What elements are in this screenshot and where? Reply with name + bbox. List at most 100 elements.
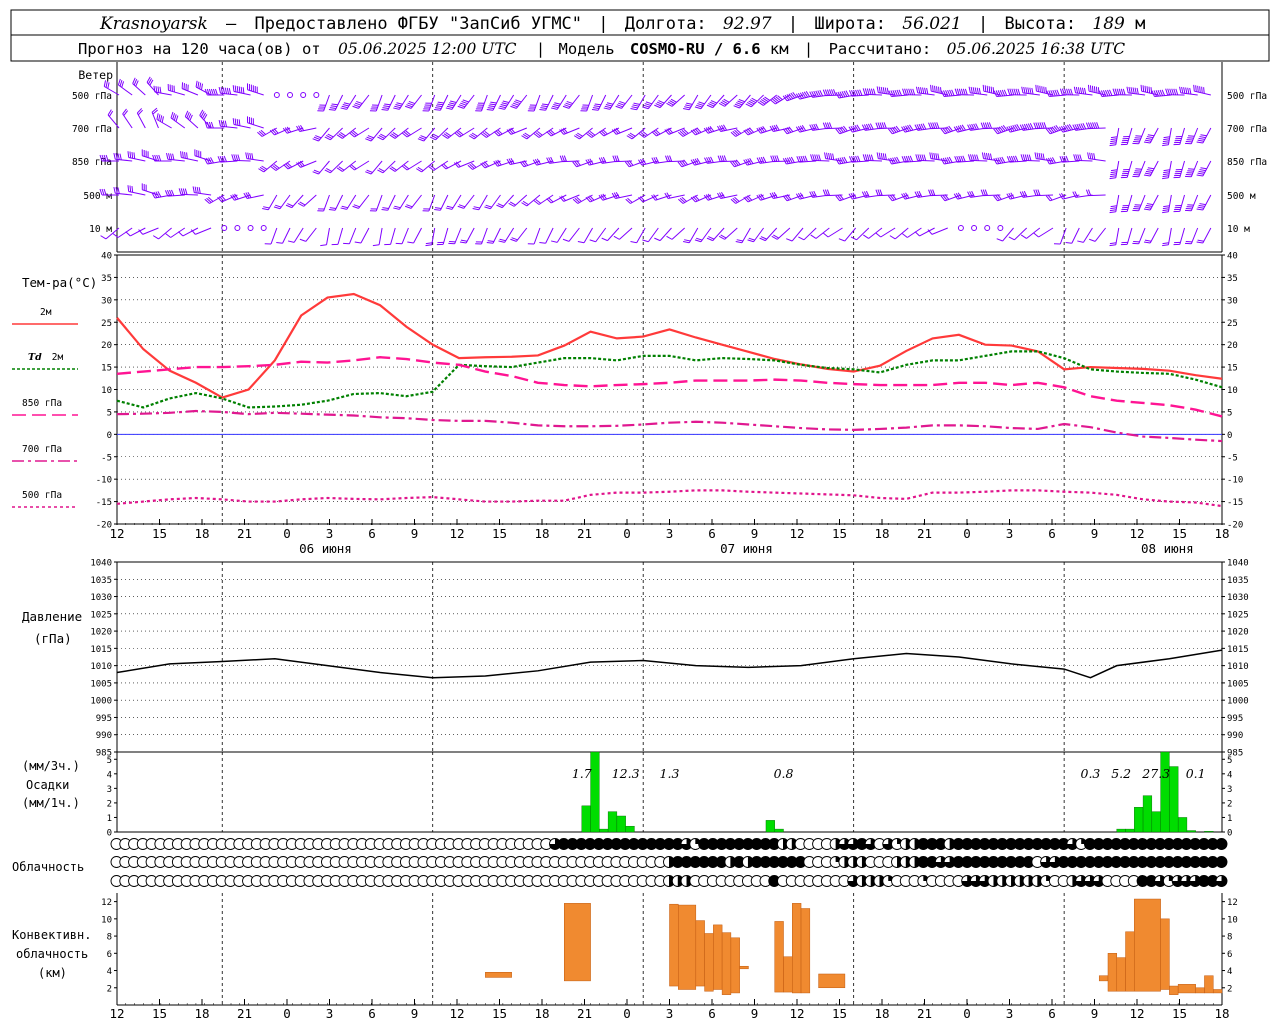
wind-barb-feather — [240, 86, 243, 94]
wind-barb-feather — [459, 241, 467, 244]
wind-barb-feather — [161, 116, 164, 123]
time-tick-label: 0 — [623, 1006, 631, 1021]
wind-barb — [410, 194, 422, 209]
wind-barb-feather — [329, 107, 337, 109]
temp-tick-label-right: 10 — [1227, 386, 1238, 396]
time-tick-label: 18 — [194, 1006, 209, 1021]
wind-barb — [463, 94, 475, 109]
pressure-tick-label-right: 1040 — [1227, 559, 1249, 569]
wind-barb-feather — [1146, 203, 1154, 206]
wind-barb-feather — [686, 102, 693, 105]
wind-barb — [465, 227, 475, 244]
wind-barb-feather — [1134, 87, 1137, 95]
precip-bar — [1177, 817, 1188, 833]
wind-barb-feather — [1197, 172, 1204, 175]
wind-barb-feather — [906, 88, 909, 95]
wind-barb-feather — [812, 154, 815, 161]
wind-barb-feather — [251, 153, 254, 160]
wind-barb-feather — [515, 99, 522, 103]
wind-barb-feather — [1146, 136, 1154, 139]
wind-barb-feather — [354, 102, 362, 106]
wind-barb-feather — [287, 240, 295, 243]
conv-tick-label-left: 2 — [107, 984, 112, 994]
wind-barb-feather — [501, 102, 508, 105]
wind-barb-feather — [564, 104, 571, 108]
time-tick-label: 6 — [1048, 526, 1056, 541]
wind-barb-feather — [234, 118, 237, 125]
wind-barb-feather — [238, 86, 241, 93]
wind-calm-mark — [997, 225, 1004, 231]
wind-barb-feather — [1109, 209, 1117, 212]
wind-barb-feather — [175, 115, 179, 122]
temp-tick-label-left: -5 — [101, 453, 112, 463]
conv-tick-label-right: 10 — [1227, 915, 1238, 925]
wind-barb-feather — [1075, 154, 1078, 161]
wind-barb-feather — [1162, 175, 1169, 178]
conv-title-1: Конвективн. — [12, 928, 91, 942]
wind-barb-feather — [822, 232, 829, 238]
conv-bar — [1116, 957, 1126, 992]
time-tick-label: 12 — [109, 526, 124, 541]
wind-barb-feather — [1198, 137, 1205, 140]
wind-barb-feather — [447, 103, 455, 107]
wind-barb-feather — [372, 244, 380, 247]
wind-barb-feather — [826, 152, 829, 160]
wind-barb-feather — [436, 103, 444, 106]
wind-level-label-right: 700 гПа — [1227, 124, 1267, 135]
wind-barb-feather — [1120, 88, 1124, 95]
wind-barb-feather — [450, 100, 457, 103]
precip-bar — [1116, 828, 1126, 833]
wind-barb-feather — [435, 105, 443, 108]
wind-barb-feather — [1077, 154, 1081, 161]
conv-bar — [1169, 985, 1179, 995]
conv-bar — [1134, 898, 1161, 992]
wind-barb-feather — [694, 239, 702, 243]
wind-barb-feather — [1110, 205, 1117, 208]
wind-barb-feather — [810, 154, 813, 161]
wind-barb-feather — [864, 88, 868, 95]
wind-barb-feather — [199, 82, 202, 90]
conv-tick-label-left: 8 — [107, 933, 112, 943]
wind-barb-feather — [1150, 87, 1153, 94]
wind-barb-feather — [129, 151, 132, 158]
wind-barb — [382, 160, 396, 174]
wind-barb-feather — [511, 237, 518, 241]
wind-barb-feather — [232, 118, 235, 125]
wind-barb-feather — [485, 204, 492, 208]
conv-bar — [1212, 989, 1223, 994]
wind-barb-feather — [683, 240, 690, 244]
wind-barb-feather — [127, 185, 130, 192]
wind-barb-feather — [488, 105, 495, 108]
wind-barb-feather — [1110, 169, 1118, 172]
wind-barb-feather — [1198, 170, 1205, 173]
meteogram: Krasnoyarsk – Предоставлено ФГБУ "ЗапСиб… — [10, 9, 1270, 1021]
conv-bar — [792, 903, 802, 994]
wind-barb-feather — [962, 88, 966, 95]
wind-barb-feather — [1026, 154, 1030, 161]
precip-annotation: 27.3 — [1141, 766, 1170, 781]
wind-barb — [358, 94, 370, 109]
header-line-2: Прогноз на 120 часа(ов) от 05.06.2025 12… — [78, 40, 1125, 58]
conv-bar — [1177, 984, 1196, 994]
wind-barb-feather — [407, 241, 414, 244]
wind-calm-mark — [221, 225, 228, 231]
precip-bar — [625, 825, 635, 833]
pressure-tick-label-left: 1025 — [90, 610, 112, 620]
wind-barb-feather — [904, 88, 907, 95]
pressure-unit: (гПа) — [34, 631, 72, 646]
wind-barb — [270, 227, 278, 245]
time-tick-label: 12 — [109, 1006, 124, 1021]
pressure-tick-label-left: 1040 — [90, 559, 112, 569]
wind-barb-feather — [1087, 152, 1090, 159]
wind-barb-feather — [131, 151, 134, 159]
time-tick-label: 3 — [326, 526, 334, 541]
wind-barb-feather — [908, 88, 912, 95]
wind-barb — [1115, 227, 1120, 245]
wind-barb-feather — [876, 86, 879, 93]
wind-barb-feather — [1034, 152, 1037, 159]
wind-barb-feather — [981, 152, 985, 159]
lon-value: 92.97 — [723, 14, 772, 34]
wind-barb-feather — [224, 87, 228, 94]
wind-barb-feather — [100, 235, 107, 240]
wind-barb-feather — [936, 86, 938, 93]
